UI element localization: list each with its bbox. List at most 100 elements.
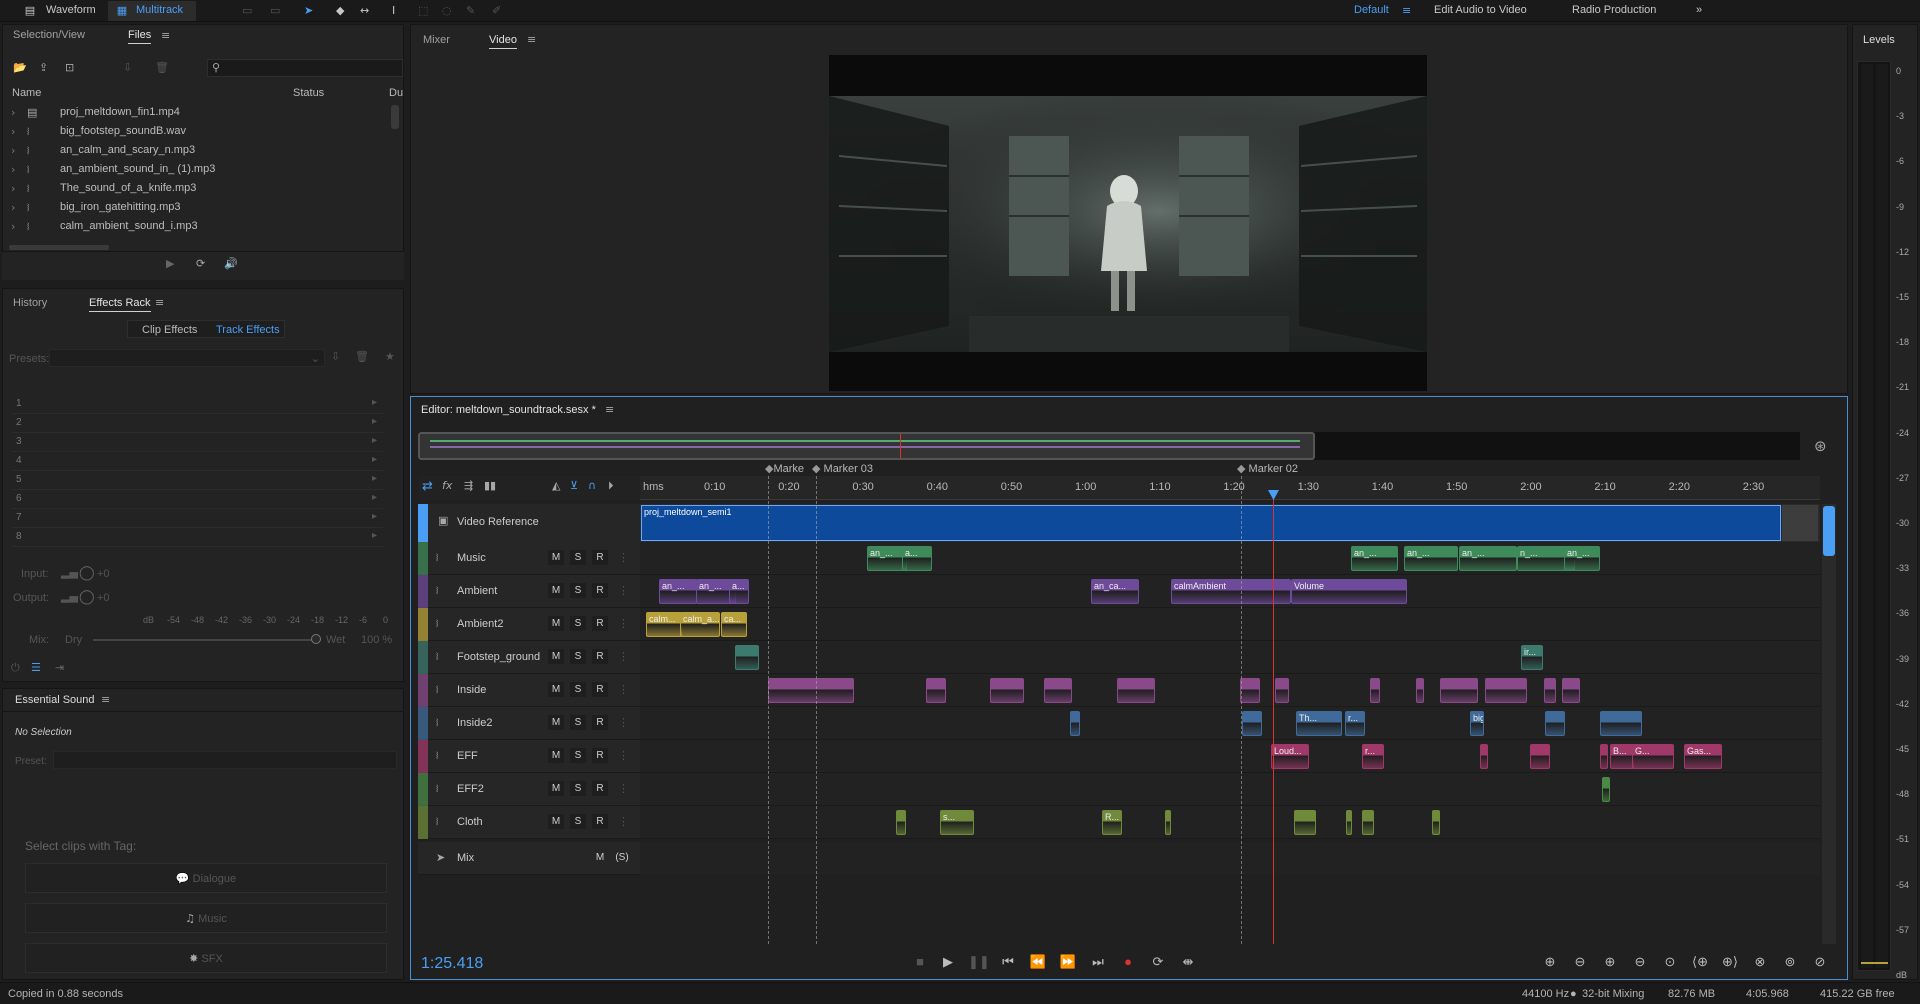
audio-clip[interactable]	[1600, 744, 1608, 769]
audio-clip[interactable]: calm_a...	[680, 612, 720, 637]
audio-clip[interactable]: Th...	[1296, 711, 1342, 736]
track-name[interactable]: Cloth	[457, 816, 483, 828]
pause-button[interactable]: ❚❚	[968, 952, 990, 972]
marker-label-1[interactable]: ◆Marke	[765, 462, 804, 475]
track-name[interactable]: Ambient	[457, 585, 497, 597]
file-list-item[interactable]: › ⧘ calm_ambient_sound_i.mp3	[3, 217, 393, 236]
audio-clip[interactable]	[1416, 678, 1424, 703]
zoom-tracks-icon[interactable]: ⊚	[1780, 952, 1800, 972]
preset-dropdown[interactable]	[53, 751, 397, 769]
video-track-header[interactable]: ▣ Video Reference	[418, 504, 640, 542]
record-arm-button[interactable]: R	[592, 583, 608, 598]
mute-button[interactable]: M	[548, 748, 564, 763]
chevron-right-icon[interactable]: ▸	[372, 397, 377, 408]
solo-button[interactable]: S	[570, 616, 586, 631]
file-list-item[interactable]: › ▤ proj_meltdown_fin1.mp4	[3, 103, 393, 122]
zoom-in-time-icon[interactable]: ⊕	[1600, 952, 1620, 972]
file-list-item[interactable]: › ⧘ big_iron_gatehitting.mp3	[3, 198, 393, 217]
mix-slider-handle[interactable]	[311, 634, 321, 644]
chevron-right-icon[interactable]: ›	[11, 122, 15, 141]
mix-solo-button[interactable]: (S)	[614, 850, 630, 865]
play-button[interactable]: ▶	[938, 952, 958, 972]
record-arm-button[interactable]: R	[592, 616, 608, 631]
mute-button[interactable]: M	[548, 781, 564, 796]
column-status[interactable]: Status	[293, 87, 324, 99]
chevron-right-icon[interactable]: ▸	[372, 454, 377, 465]
mute-button[interactable]: M	[548, 715, 564, 730]
audio-clip[interactable]	[1562, 678, 1580, 703]
column-duration[interactable]: Du	[389, 87, 403, 99]
audio-clip[interactable]	[1117, 678, 1155, 703]
spot-healing-tool-icon[interactable]: ✐	[492, 0, 501, 22]
workspace-default[interactable]: Default	[1354, 0, 1389, 22]
audio-clip[interactable]	[1600, 711, 1642, 736]
zoom-reset-icon[interactable]: ⊘	[1810, 952, 1830, 972]
audio-clip[interactable]	[768, 678, 854, 703]
audio-clip[interactable]	[1346, 810, 1352, 835]
chevron-right-icon[interactable]: ▸	[372, 492, 377, 503]
monitor-input-icon[interactable]: ⋮	[618, 683, 629, 696]
zoom-in-left-icon[interactable]: ⟨⊕	[1690, 952, 1710, 972]
power-icon[interactable]: ⏻	[11, 661, 20, 675]
solo-button[interactable]: S	[570, 583, 586, 598]
file-list-item[interactable]: › ⧘ an_calm_and_scary_n.mp3	[3, 141, 393, 160]
workspace-menu-icon[interactable]: ≡	[1402, 0, 1411, 22]
audio-clip[interactable]: a...	[902, 546, 932, 571]
tab-video[interactable]: Video	[489, 34, 517, 49]
vertical-scrollbar-thumb[interactable]	[1823, 506, 1835, 556]
mute-button[interactable]: M	[548, 616, 564, 631]
track-header[interactable]: ⧘ EFF2 M S R ⋮	[418, 773, 640, 806]
new-file-icon[interactable]: ⊡	[65, 61, 74, 74]
razor-tool-icon[interactable]: ◆	[336, 0, 344, 22]
zoom-in-amplitude-icon[interactable]: ⊕	[1540, 952, 1560, 972]
audio-clip[interactable]	[1275, 678, 1289, 703]
audio-clip[interactable]: an_...	[1564, 546, 1600, 571]
favorite-star-icon[interactable]: ★	[385, 350, 395, 363]
workspace-edit-audio-to-video[interactable]: Edit Audio to Video	[1434, 0, 1527, 22]
chevron-right-icon[interactable]: ›	[11, 217, 15, 236]
eq-icon[interactable]: ▮▮	[484, 479, 496, 492]
zoom-out-time-icon[interactable]: ⊖	[1630, 952, 1650, 972]
record-arm-button[interactable]: R	[592, 550, 608, 565]
move-to-start-button[interactable]: ⏮	[998, 952, 1018, 972]
snap-icon[interactable]: ⊻	[570, 479, 578, 492]
audio-clip[interactable]: an_ca...	[1091, 579, 1139, 604]
audio-clip[interactable]	[1530, 744, 1550, 769]
video-clip[interactable]: proj_meltdown_semi1	[641, 505, 1781, 541]
audio-clip[interactable]	[1602, 777, 1610, 802]
effects-icon[interactable]: fx	[442, 479, 452, 492]
marker-icon[interactable]: ⏵	[608, 479, 614, 493]
mix-track-name[interactable]: Mix	[457, 852, 474, 864]
audio-clip[interactable]: G...	[1632, 744, 1674, 769]
save-preset-icon[interactable]: ⇩	[331, 350, 340, 363]
monitor-input-icon[interactable]: ⋮	[618, 815, 629, 828]
zoom-out-full-icon[interactable]: ⊙	[1660, 952, 1680, 972]
timecode-display[interactable]: 1:25.418	[421, 955, 483, 973]
panel-menu-icon[interactable]: ≡	[101, 693, 110, 706]
inputs-outputs-icon[interactable]: ⇄	[422, 479, 433, 494]
time-selection-tool-icon[interactable]: I	[392, 0, 395, 22]
effect-slot[interactable]: 1 ▸	[12, 395, 383, 414]
overview-viewport[interactable]	[418, 432, 1315, 460]
slip-tool-icon[interactable]: ↔	[360, 0, 369, 22]
presets-dropdown[interactable]: ⌄	[49, 349, 325, 367]
delete-file-icon[interactable]: 🗑	[155, 61, 169, 74]
record-arm-button[interactable]: R	[592, 682, 608, 697]
sends-icon[interactable]: ⇶	[464, 479, 473, 492]
preview-play-icon[interactable]: ▶	[166, 257, 174, 270]
tab-selection-view[interactable]: Selection/View	[13, 29, 85, 41]
track-header[interactable]: ⧘ Footstep_ground M S R ⋮	[418, 641, 640, 674]
track-header[interactable]: ⧘ Cloth M S R ⋮	[418, 806, 640, 839]
solo-button[interactable]: S	[570, 814, 586, 829]
audio-clip[interactable]: an_...	[1459, 546, 1517, 571]
audio-clip[interactable]	[926, 678, 946, 703]
marker-label-03[interactable]: ◆ Marker 03	[812, 462, 873, 475]
time-ruler[interactable]: hms 0:10 0:20 0:30 0:40 0:50 1:00 1:10 1:20 1:30…	[640, 476, 1820, 500]
tab-track-effects[interactable]: Track Effects	[216, 324, 280, 336]
audio-clip[interactable]	[735, 645, 759, 670]
effect-slot[interactable]: 2 ▸	[12, 414, 383, 433]
effect-slot[interactable]: 8 ▸	[12, 528, 383, 547]
monitor-input-icon[interactable]: ⋮	[618, 749, 629, 762]
tab-clip-effects[interactable]: Clip Effects	[142, 324, 197, 336]
tab-files[interactable]: Files	[128, 29, 152, 44]
